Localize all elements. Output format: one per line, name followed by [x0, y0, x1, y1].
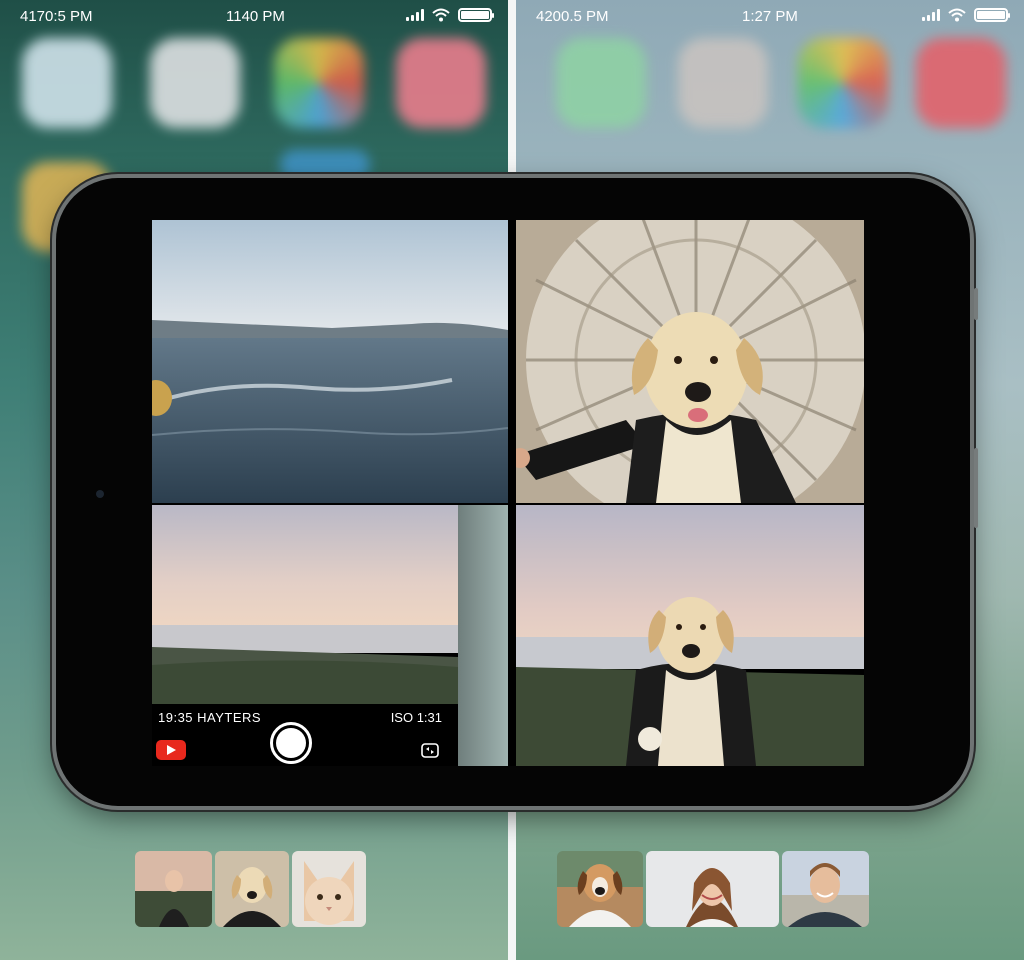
battery-icon	[458, 8, 494, 22]
status-bar: 4170:5 PM 1140 PM	[0, 6, 508, 26]
app-icon[interactable]	[274, 38, 364, 128]
youtube-button[interactable]	[156, 740, 186, 760]
thumbnail-woman-smiling[interactable]	[646, 851, 779, 927]
tile-sea[interactable]	[152, 220, 508, 503]
play-icon	[167, 745, 176, 755]
wifi-icon	[948, 8, 966, 22]
tile-edge	[458, 505, 508, 766]
status-bar: 4200.5 PM 1:27 PM	[516, 6, 1024, 26]
thumbnail-strip-right	[557, 851, 869, 927]
signal-icon	[922, 9, 940, 21]
wifi-icon	[432, 8, 450, 22]
thumbnail-man-smiling[interactable]	[782, 851, 869, 927]
app-icon[interactable]	[280, 150, 370, 180]
app-icon[interactable]	[916, 38, 1006, 128]
thumbnail-cat-face[interactable]	[292, 851, 366, 927]
status-time-center: 1140 PM	[226, 8, 285, 25]
camera-info-right: ISO 1:31	[390, 710, 442, 725]
thumbnail-strip-left	[135, 851, 366, 927]
status-time-center: 1:27 PM	[742, 8, 798, 25]
camera-switch-icon[interactable]	[420, 740, 440, 760]
status-time-left: 4170:5 PM	[20, 8, 93, 25]
app-icon[interactable]	[556, 38, 646, 128]
tile-dog-selfie-beach[interactable]	[516, 505, 864, 766]
thumbnail-dog-hoodie[interactable]	[557, 851, 643, 927]
camera-info-left: 19:35 HAYTERS	[158, 710, 262, 725]
tile-dog-selfie-mandala[interactable]	[516, 220, 864, 503]
app-icon[interactable]	[396, 38, 486, 128]
camera-controls: 19:35 HAYTERS ISO 1:31	[152, 704, 458, 766]
side-button[interactable]	[974, 288, 978, 320]
app-icon[interactable]	[798, 38, 888, 128]
app-icon[interactable]	[150, 38, 240, 128]
thumbnail-woman-sunset[interactable]	[135, 851, 212, 927]
app-icon[interactable]	[678, 38, 768, 128]
side-button[interactable]	[974, 448, 978, 528]
dog-beach-photo	[516, 505, 864, 766]
thumbnail-dog-black-jacket[interactable]	[215, 851, 289, 927]
tablet-device: 19:35 HAYTERS ISO 1:31	[56, 178, 978, 806]
app-icon[interactable]	[22, 38, 112, 128]
camera-screen: 19:35 HAYTERS ISO 1:31	[152, 220, 864, 766]
dog-selfie-photo	[516, 220, 864, 503]
sea-photo	[152, 220, 508, 503]
battery-icon	[974, 8, 1010, 22]
front-camera	[96, 490, 104, 498]
signal-icon	[406, 9, 424, 21]
status-time-left: 4200.5 PM	[536, 8, 609, 25]
shutter-button[interactable]	[270, 722, 312, 764]
